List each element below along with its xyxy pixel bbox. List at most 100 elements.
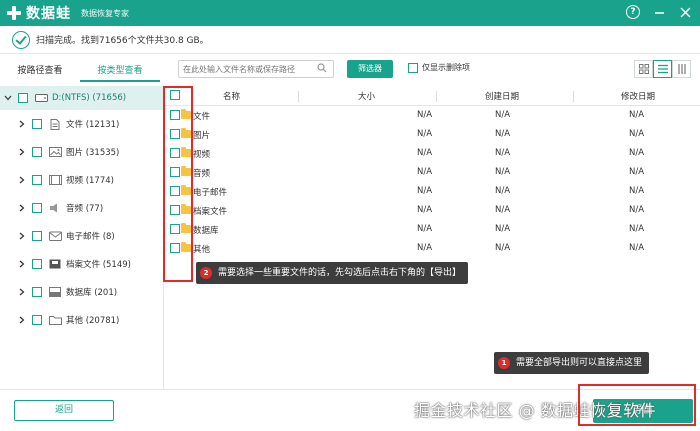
callout-text: 需要选择一些重要文件的话，先勾选后点击右下角的【导出】	[218, 268, 462, 278]
app-logo: 数据蛙	[6, 3, 71, 23]
cell-size: N/A	[417, 148, 433, 158]
column-separator	[573, 91, 574, 102]
database-icon	[48, 287, 62, 298]
chevron-right-icon[interactable]	[18, 203, 26, 213]
cell-size: N/A	[417, 205, 433, 215]
tree-item-checkbox[interactable]	[32, 203, 42, 213]
cell-created: N/A	[495, 224, 511, 234]
cell-name: 文件	[193, 112, 211, 122]
list-view-icon[interactable]	[653, 60, 672, 78]
chevron-right-icon[interactable]	[18, 175, 26, 185]
tree-root-drive[interactable]: D:(NTFS) (71656)	[0, 86, 163, 110]
tree-item-videos[interactable]: 视频 (1774)	[0, 166, 163, 194]
column-header-size[interactable]: 大小	[358, 90, 375, 102]
chevron-right-icon[interactable]	[18, 147, 26, 157]
tree-item-checkbox[interactable]	[32, 175, 42, 185]
image-icon	[48, 147, 62, 158]
file-table: 名称 大小 创建日期 修改日期 文件 N/A N/A N/A 图片 N/A N/…	[165, 86, 700, 389]
table-row[interactable]: 图片 N/A N/A N/A	[165, 125, 700, 144]
cell-created: N/A	[495, 148, 511, 158]
tree-item-checkbox[interactable]	[32, 315, 42, 325]
cell-name: 视频	[193, 150, 211, 160]
tree-root-label: D:(NTFS) (71656)	[52, 93, 127, 103]
tree-item-databases[interactable]: 数据库 (201)	[0, 278, 163, 306]
tree-item-documents[interactable]: 文件 (12131)	[0, 110, 163, 138]
deleted-only-label: 仅显示删除项	[422, 63, 470, 72]
drive-icon	[34, 93, 48, 104]
title-bar: 数据蛙 数据恢复专家 ?	[0, 0, 700, 26]
chevron-right-icon[interactable]	[18, 231, 26, 241]
grid-view-icon[interactable]	[634, 60, 653, 78]
table-row[interactable]: 数据库 N/A N/A N/A	[165, 220, 700, 239]
cell-size: N/A	[417, 186, 433, 196]
table-row[interactable]: 电子邮件 N/A N/A N/A	[165, 182, 700, 201]
tab-by-path[interactable]: 按路径查看	[0, 60, 80, 82]
search-input[interactable]	[178, 60, 334, 78]
close-icon[interactable]	[678, 5, 692, 19]
tree-item-label: 文件 (12131)	[66, 120, 120, 130]
cell-modified: N/A	[629, 110, 645, 120]
tree-item-label: 电子邮件 (8)	[66, 232, 115, 242]
cell-size: N/A	[417, 129, 433, 139]
tree-item-archives[interactable]: 档案文件 (5149)	[0, 250, 163, 278]
cell-created: N/A	[495, 110, 511, 120]
scan-status-text: 扫描完成。找到71656个文件共30.8 GB。	[36, 36, 209, 46]
cell-created: N/A	[495, 205, 511, 215]
cell-size: N/A	[417, 243, 433, 253]
app-subtitle: 数据恢复专家	[81, 8, 129, 18]
cell-created: N/A	[495, 243, 511, 253]
chevron-right-icon[interactable]	[18, 259, 26, 269]
cell-name: 音频	[193, 169, 211, 179]
filter-button[interactable]: 筛选器	[347, 60, 393, 78]
tree-item-checkbox[interactable]	[32, 259, 42, 269]
table-row[interactable]: 音频 N/A N/A N/A	[165, 163, 700, 182]
cell-name: 图片	[193, 131, 211, 141]
tree-item-checkbox[interactable]	[32, 231, 42, 241]
tree-root-checkbox[interactable]	[18, 93, 28, 103]
check-circle-icon	[12, 30, 30, 49]
callout-export-all: 1 需要全部导出则可以直接点这里	[494, 352, 650, 374]
deleted-only-checkbox[interactable]	[408, 63, 418, 73]
cell-modified: N/A	[629, 224, 645, 234]
column-header-created[interactable]: 创建日期	[485, 90, 519, 102]
cell-name: 其他	[193, 245, 211, 255]
tab-by-type[interactable]: 按类型查看	[80, 60, 160, 82]
tree-item-label: 音频 (77)	[66, 204, 104, 214]
cell-modified: N/A	[629, 243, 645, 253]
table-row[interactable]: 其他 N/A N/A N/A	[165, 239, 700, 258]
table-row[interactable]: 文件 N/A N/A N/A	[165, 106, 700, 125]
tree-item-email[interactable]: 电子邮件 (8)	[0, 222, 163, 250]
tree-item-images[interactable]: 图片 (31535)	[0, 138, 163, 166]
view-mode-buttons	[634, 60, 691, 78]
table-row[interactable]: 视频 N/A N/A N/A	[165, 144, 700, 163]
detail-view-icon[interactable]	[672, 60, 691, 78]
folder-icon	[48, 315, 62, 326]
chevron-right-icon[interactable]	[18, 287, 26, 297]
chevron-right-icon[interactable]	[18, 315, 26, 325]
minimize-icon[interactable]	[652, 5, 666, 19]
column-header-modified[interactable]: 修改日期	[621, 90, 655, 102]
cell-created: N/A	[495, 186, 511, 196]
column-header-name[interactable]: 名称	[223, 90, 240, 102]
column-separator	[298, 91, 299, 102]
tree-item-checkbox[interactable]	[32, 119, 42, 129]
back-button[interactable]: 返回	[14, 400, 114, 421]
scan-status-bar: 扫描完成。找到71656个文件共30.8 GB。	[0, 26, 700, 54]
logo-cross-icon	[6, 5, 22, 21]
cell-modified: N/A	[629, 205, 645, 215]
table-row[interactable]: 档案文件 N/A N/A N/A	[165, 201, 700, 220]
chevron-down-icon[interactable]	[4, 93, 12, 103]
cell-created: N/A	[495, 129, 511, 139]
tree-item-others[interactable]: 其他 (20781)	[0, 306, 163, 334]
chevron-right-icon[interactable]	[18, 119, 26, 129]
cell-modified: N/A	[629, 167, 645, 177]
help-icon[interactable]: ?	[626, 5, 640, 19]
tree-item-label: 视频 (1774)	[66, 176, 114, 186]
search-icon[interactable]	[317, 63, 327, 73]
tree-item-checkbox[interactable]	[32, 147, 42, 157]
tree-item-audio[interactable]: 音频 (77)	[0, 194, 163, 222]
file-type-tree: D:(NTFS) (71656) 文件 (12131) 图片 (31535) 视…	[0, 86, 164, 389]
tree-item-checkbox[interactable]	[32, 287, 42, 297]
cell-name: 档案文件	[193, 207, 228, 217]
cell-name: 数据库	[193, 226, 219, 236]
